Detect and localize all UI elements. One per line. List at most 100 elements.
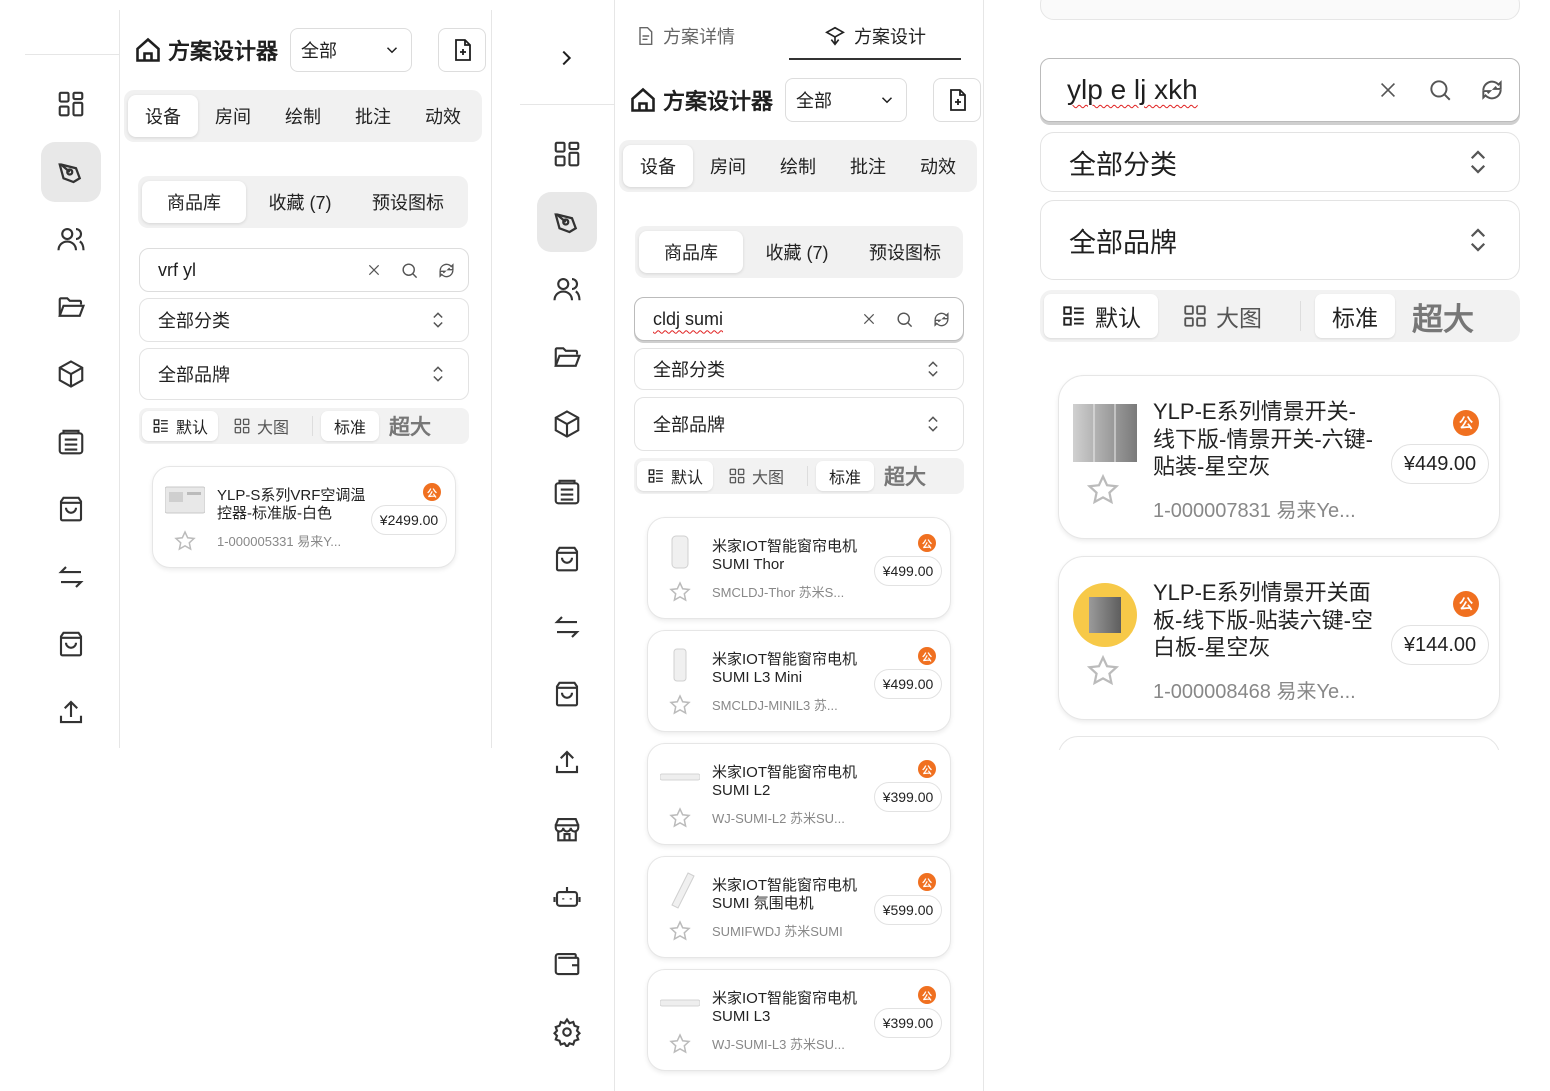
refresh-icon[interactable] (1479, 77, 1505, 103)
product-image (1073, 404, 1137, 462)
nav-archive[interactable] (41, 412, 101, 472)
category-select[interactable]: 全部分类 (634, 348, 964, 390)
view-default-button[interactable]: 默认 (637, 461, 713, 491)
category-select[interactable]: 全部分类 (139, 298, 469, 342)
product-card[interactable]: 米家IOT智能窗帘电机SUMI L2 WJ-SUMI-L2 苏米SU... 公 … (647, 743, 951, 845)
product-card[interactable]: 米家IOT智能窗帘电机SUMI L3 Mini SMCLDJ-MINIL3 苏.… (647, 630, 951, 732)
search-icon[interactable] (1427, 77, 1453, 103)
size-xl-button[interactable]: 超大 (874, 461, 936, 491)
scope-select[interactable]: 全部 (785, 78, 908, 122)
tab-scheme-design[interactable]: 方案设计 (789, 14, 961, 60)
size-xl-button[interactable]: 超大 (379, 411, 441, 441)
tab-devices[interactable]: 设备 (623, 145, 693, 187)
clear-icon[interactable] (861, 311, 877, 327)
nav-store[interactable] (537, 799, 597, 859)
nav-products[interactable] (41, 344, 101, 404)
new-document-button[interactable] (438, 28, 487, 72)
category-select[interactable]: 全部分类 (1040, 132, 1520, 192)
tab-preset-icons[interactable]: 预设图标 (851, 231, 959, 273)
view-large-button[interactable]: 大图 (218, 411, 304, 441)
favorite-star-icon[interactable] (668, 919, 692, 943)
nav-orders[interactable] (41, 479, 101, 539)
scope-select[interactable]: 全部 (290, 28, 413, 72)
nav-wallet[interactable] (537, 934, 597, 994)
tab-annotate[interactable]: 批注 (833, 145, 903, 187)
tab-devices[interactable]: 设备 (128, 95, 198, 137)
tab-favorites[interactable]: 收藏 (7) (743, 231, 851, 273)
product-card[interactable]: YLP-E系列情景开关面板-线下版-贴装六键-空白板-星空灰 1-0000084… (1058, 556, 1500, 720)
tab-product-library[interactable]: 商品库 (639, 231, 743, 273)
tab-rooms[interactable]: 房间 (693, 145, 763, 187)
view-default-button[interactable]: 默认 (142, 411, 218, 441)
nav-files[interactable] (41, 277, 101, 337)
search-input[interactable]: vrf yl (139, 248, 469, 292)
product-image (671, 535, 689, 569)
product-card[interactable]: 米家IOT智能窗帘电机SUMI L3 WJ-SUMI-L3 苏米SU... 公 … (647, 969, 951, 1071)
tab-favorites[interactable]: 收藏 (7) (246, 181, 354, 223)
tab-animation[interactable]: 动效 (903, 145, 973, 187)
nav-settings[interactable] (537, 1002, 597, 1062)
size-standard-button[interactable]: 标准 (816, 461, 874, 491)
nav-upload[interactable] (41, 682, 101, 742)
product-card[interactable]: 米家IOT智能窗帘电机SUMI 氛围电机 SUMIFWDJ 苏米SUMI 公 ¥… (647, 856, 951, 958)
tab-preset-icons[interactable]: 预设图标 (354, 181, 462, 223)
tab-animation[interactable]: 动效 (408, 95, 478, 137)
nav-shop[interactable] (41, 614, 101, 674)
nav-robot[interactable] (537, 867, 597, 927)
search-icon[interactable] (400, 261, 419, 280)
refresh-icon[interactable] (437, 261, 456, 280)
search-icon[interactable] (895, 310, 914, 329)
favorite-star-icon[interactable] (668, 1032, 692, 1056)
nav-design[interactable] (41, 141, 101, 202)
nav-shop[interactable] (537, 664, 597, 724)
brand-select[interactable]: 全部品牌 (139, 348, 469, 400)
size-standard-button[interactable]: 标准 (1315, 294, 1395, 338)
nav-design[interactable] (537, 191, 597, 252)
nav-products[interactable] (537, 394, 597, 454)
clear-icon[interactable] (1377, 79, 1399, 101)
product-image (1073, 583, 1137, 647)
size-xl-button[interactable]: 超大 (1395, 294, 1491, 338)
view-default-button[interactable]: 默认 (1044, 294, 1158, 338)
tab-scheme-details[interactable]: 方案详情 (635, 14, 735, 58)
new-document-button[interactable] (933, 78, 982, 122)
view-large-button[interactable]: 大图 (1158, 294, 1286, 338)
product-card[interactable]: 米家IOT智能窗帘电机SUMI Thor SMCLDJ-Thor 苏米S... … (647, 517, 951, 619)
view-options: 默认 大图 标准 超大 (1040, 290, 1520, 342)
tab-product-library[interactable]: 商品库 (142, 181, 246, 223)
bag-icon (552, 544, 582, 574)
tab-draw[interactable]: 绘制 (763, 145, 833, 187)
nav-users[interactable] (41, 209, 101, 269)
favorite-star-icon[interactable] (1085, 653, 1121, 689)
product-card[interactable]: YLP-E系列情景开关-线下版-情景开关-六键-贴装-星空灰 1-0000078… (1058, 375, 1500, 539)
nav-transfer[interactable] (41, 547, 101, 607)
middle-nav-rail (537, 124, 597, 1069)
clear-icon[interactable] (366, 262, 382, 278)
nav-users[interactable] (537, 259, 597, 319)
search-input[interactable]: ylp e lj xkh (1040, 58, 1520, 122)
refresh-icon[interactable] (932, 310, 951, 329)
tab-annotate[interactable]: 批注 (338, 95, 408, 137)
favorite-star-icon[interactable] (668, 806, 692, 830)
favorite-star-icon[interactable] (1085, 472, 1121, 508)
favorite-star-icon[interactable] (668, 693, 692, 717)
size-standard-button[interactable]: 标准 (321, 411, 379, 441)
brand-select[interactable]: 全部品牌 (1040, 200, 1520, 280)
nav-overview[interactable] (41, 74, 101, 134)
tab-draw[interactable]: 绘制 (268, 95, 338, 137)
nav-upload[interactable] (537, 732, 597, 792)
search-input[interactable]: cldj sumi (634, 297, 964, 341)
nav-orders[interactable] (537, 529, 597, 589)
view-large-button[interactable]: 大图 (713, 461, 799, 491)
favorite-star-icon[interactable] (668, 580, 692, 604)
nav-overview[interactable] (537, 124, 597, 184)
tab-rooms[interactable]: 房间 (198, 95, 268, 137)
nav-transfer[interactable] (537, 597, 597, 657)
product-card[interactable]: YLP-S系列VRF空调温控器-标准版-白色 1-000005331 易来Y..… (152, 466, 456, 568)
brand-select[interactable]: 全部品牌 (634, 397, 964, 451)
nav-files[interactable] (537, 327, 597, 387)
nav-archive[interactable] (537, 462, 597, 522)
favorite-star-icon[interactable] (173, 529, 197, 553)
expand-button[interactable] (548, 40, 584, 76)
divider (983, 0, 984, 1091)
